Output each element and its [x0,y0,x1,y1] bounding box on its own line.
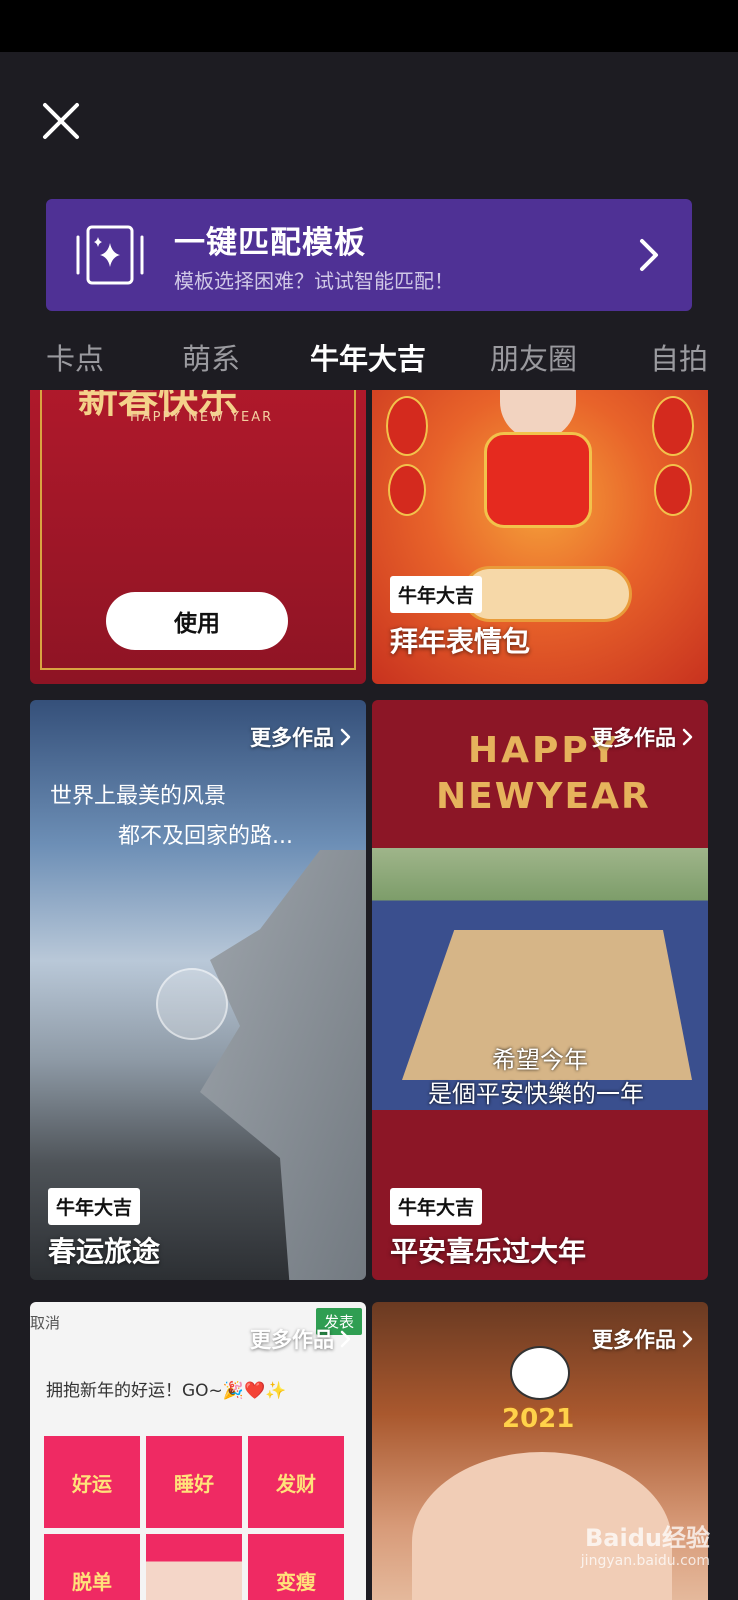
chevron-right-icon [682,1330,693,1348]
lantern-left [386,396,428,456]
card-title: 平安喜乐过大年 [390,1235,587,1268]
more-works-link[interactable]: 更多作品 [250,722,352,752]
more-works-link[interactable]: 更多作品 [250,1324,352,1354]
lantern-left-2 [388,464,426,516]
watermark: Baidu经验 jingyan.baidu.com [581,1524,710,1570]
more-works-label: 更多作品 [592,726,676,750]
template-card[interactable]: 新春快乐 HAPPY NEW YEAR 使用 [30,390,366,684]
template-card[interactable]: 世界上最美的风景 都不及回家的路... 更多作品 牛年大吉 春运旅途 [30,700,366,1280]
category-tag: 牛年大吉 [390,1188,483,1225]
art-title-2: NEWYEAR [436,776,651,817]
ox-sticker [510,1346,570,1400]
card-title: 春运旅途 [48,1235,161,1268]
more-works-label: 更多作品 [592,1328,676,1352]
card-title: 拜年表情包 [390,625,531,658]
tile: 睡好 [146,1436,242,1528]
more-works-label: 更多作品 [250,726,334,750]
template-card[interactable]: 牛年大吉 拜年表情包 [372,390,708,684]
tab-kadian[interactable]: 卡点 [46,336,104,378]
play-indicator [156,968,228,1040]
tab-mengxi[interactable]: 萌系 [182,336,240,378]
art-year: 2021 [502,1404,575,1434]
category-tabs: 卡点 萌系 牛年大吉 朋友圈 自拍 [0,330,738,382]
tile: 好运 [44,1436,140,1528]
caption-line-2: 是個平安快樂的一年 [428,1080,644,1108]
chevron-right-icon [340,728,351,746]
cloud-motif [462,566,632,622]
lantern-right [652,396,694,456]
tile: 发财 [248,1436,344,1528]
chevron-right-icon [682,728,693,746]
tile: 变瘦 [248,1534,344,1600]
lantern-right-2 [654,464,692,516]
art-subtitle: HAPPY NEW YEAR [130,410,274,425]
close-button[interactable] [40,100,82,142]
category-tag: 牛年大吉 [390,576,483,613]
status-bar [0,0,738,52]
sparkle-card-icon [74,223,146,287]
tile-photo [146,1534,242,1600]
banner-title: 一键匹配模板 [174,225,366,261]
close-icon [43,103,79,139]
tab-zipai[interactable]: 自拍 [650,336,708,378]
use-button[interactable]: 使用 [106,592,288,650]
banner-subtitle: 模板选择困难？试试智能匹配！ [174,269,454,293]
post-text: 拥抱新年的好运！GO~🎉❤️✨ [46,1381,287,1401]
chevron-right-icon [340,1330,351,1348]
art-line-2: 都不及回家的路... [118,824,293,849]
category-tag: 牛年大吉 [48,1188,141,1225]
caption-line-1: 希望今年 [492,1046,588,1074]
tile: 脱单 [44,1534,140,1600]
template-card[interactable]: HAPPY NEWYEAR 希望今年 是個平安快樂的一年 更多作品 牛年大吉 平… [372,700,708,1280]
more-works-link[interactable]: 更多作品 [592,1324,694,1354]
art-line-1: 世界上最美的风景 [50,784,227,809]
smart-match-banner[interactable]: 一键匹配模板 模板选择困难？试试智能匹配！ [46,199,692,311]
chevron-right-icon [638,235,662,275]
watermark-line-1: Baidu经验 [585,1524,710,1552]
more-works-link[interactable]: 更多作品 [592,722,694,752]
tile-grid: 好运 睡好 发财 脱单 变瘦 [44,1436,352,1600]
watermark-line-2: jingyan.baidu.com [580,1552,710,1569]
template-grid: 新春快乐 HAPPY NEW YEAR 使用 牛年大吉 拜年表情包 世界上最美的… [0,390,738,1600]
tab-niunian-daji[interactable]: 牛年大吉 [310,336,426,378]
red-outfit [484,432,592,528]
template-card[interactable]: 取消 发表 更多作品 拥抱新年的好运！GO~🎉❤️✨ 好运 睡好 发财 脱单 变… [30,1302,366,1600]
more-works-label: 更多作品 [250,1328,334,1352]
tab-pengyouquan[interactable]: 朋友圈 [490,336,577,378]
cancel-label: 取消 [30,1314,61,1332]
airplane-wing [200,850,366,1280]
